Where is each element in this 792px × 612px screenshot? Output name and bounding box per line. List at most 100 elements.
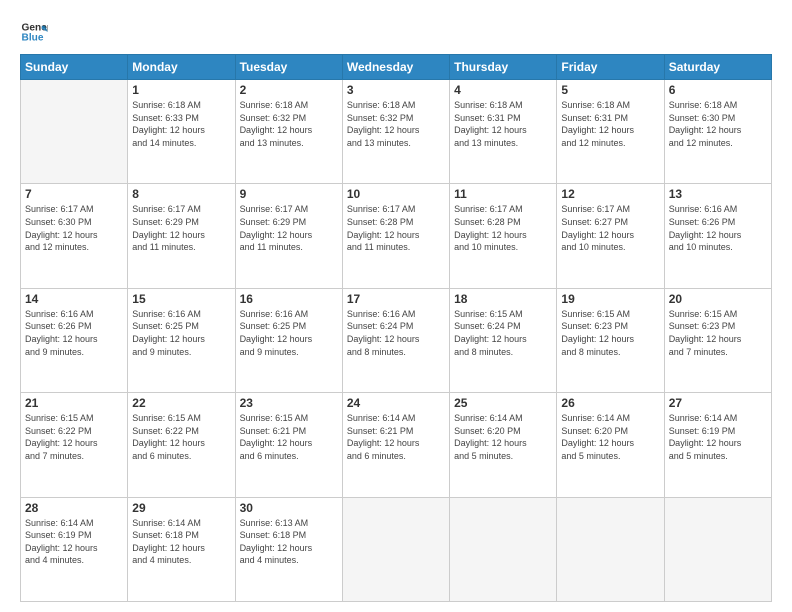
day-info: Sunrise: 6:14 AM Sunset: 6:18 PM Dayligh…	[132, 517, 230, 567]
logo-icon: General Blue	[20, 18, 48, 46]
day-info: Sunrise: 6:17 AM Sunset: 6:29 PM Dayligh…	[132, 203, 230, 253]
calendar-cell: 20 Sunrise: 6:15 AM Sunset: 6:23 PM Dayli…	[664, 288, 771, 392]
calendar-cell	[342, 497, 449, 601]
day-info: Sunrise: 6:14 AM Sunset: 6:20 PM Dayligh…	[561, 412, 659, 462]
day-info: Sunrise: 6:18 AM Sunset: 6:30 PM Dayligh…	[669, 99, 767, 149]
day-info: Sunrise: 6:14 AM Sunset: 6:20 PM Dayligh…	[454, 412, 552, 462]
weekday-saturday: Saturday	[664, 55, 771, 80]
day-info: Sunrise: 6:18 AM Sunset: 6:32 PM Dayligh…	[240, 99, 338, 149]
page: General Blue SundayMondayTuesdayWednesda…	[0, 0, 792, 612]
day-info: Sunrise: 6:15 AM Sunset: 6:21 PM Dayligh…	[240, 412, 338, 462]
calendar-cell: 8 Sunrise: 6:17 AM Sunset: 6:29 PM Daylig…	[128, 184, 235, 288]
day-number: 16	[240, 292, 338, 306]
calendar-cell: 12 Sunrise: 6:17 AM Sunset: 6:27 PM Dayli…	[557, 184, 664, 288]
day-info: Sunrise: 6:17 AM Sunset: 6:27 PM Dayligh…	[561, 203, 659, 253]
day-number: 11	[454, 187, 552, 201]
logo: General Blue	[20, 18, 48, 46]
day-info: Sunrise: 6:18 AM Sunset: 6:33 PM Dayligh…	[132, 99, 230, 149]
calendar-cell: 13 Sunrise: 6:16 AM Sunset: 6:26 PM Dayli…	[664, 184, 771, 288]
calendar-cell	[21, 80, 128, 184]
day-number: 14	[25, 292, 123, 306]
day-number: 22	[132, 396, 230, 410]
day-info: Sunrise: 6:14 AM Sunset: 6:21 PM Dayligh…	[347, 412, 445, 462]
day-number: 12	[561, 187, 659, 201]
weekday-friday: Friday	[557, 55, 664, 80]
weekday-sunday: Sunday	[21, 55, 128, 80]
calendar-cell: 18 Sunrise: 6:15 AM Sunset: 6:24 PM Dayli…	[450, 288, 557, 392]
calendar-cell: 11 Sunrise: 6:17 AM Sunset: 6:28 PM Dayli…	[450, 184, 557, 288]
day-number: 4	[454, 83, 552, 97]
day-number: 5	[561, 83, 659, 97]
day-number: 30	[240, 501, 338, 515]
weekday-wednesday: Wednesday	[342, 55, 449, 80]
weekday-tuesday: Tuesday	[235, 55, 342, 80]
day-number: 10	[347, 187, 445, 201]
day-number: 25	[454, 396, 552, 410]
day-info: Sunrise: 6:13 AM Sunset: 6:18 PM Dayligh…	[240, 517, 338, 567]
day-number: 6	[669, 83, 767, 97]
day-number: 28	[25, 501, 123, 515]
day-number: 19	[561, 292, 659, 306]
day-info: Sunrise: 6:16 AM Sunset: 6:25 PM Dayligh…	[240, 308, 338, 358]
day-number: 3	[347, 83, 445, 97]
day-info: Sunrise: 6:18 AM Sunset: 6:31 PM Dayligh…	[561, 99, 659, 149]
weekday-thursday: Thursday	[450, 55, 557, 80]
calendar-cell: 27Sunrise: 6:14 AM Sunset: 6:19 PM Dayli…	[664, 393, 771, 497]
calendar-table: SundayMondayTuesdayWednesdayThursdayFrid…	[20, 54, 772, 602]
day-info: Sunrise: 6:15 AM Sunset: 6:22 PM Dayligh…	[132, 412, 230, 462]
day-number: 21	[25, 396, 123, 410]
calendar-cell: 15Sunrise: 6:16 AM Sunset: 6:25 PM Dayli…	[128, 288, 235, 392]
calendar-cell	[557, 497, 664, 601]
day-info: Sunrise: 6:14 AM Sunset: 6:19 PM Dayligh…	[669, 412, 767, 462]
day-info: Sunrise: 6:14 AM Sunset: 6:19 PM Dayligh…	[25, 517, 123, 567]
weekday-header-row: SundayMondayTuesdayWednesdayThursdayFrid…	[21, 55, 772, 80]
calendar-cell: 24 Sunrise: 6:14 AM Sunset: 6:21 PM Dayli…	[342, 393, 449, 497]
calendar-cell: 14 Sunrise: 6:16 AM Sunset: 6:26 PM Dayli…	[21, 288, 128, 392]
calendar-cell: 5 Sunrise: 6:18 AM Sunset: 6:31 PM Daylig…	[557, 80, 664, 184]
day-number: 13	[669, 187, 767, 201]
day-info: Sunrise: 6:15 AM Sunset: 6:23 PM Dayligh…	[669, 308, 767, 358]
calendar-cell	[450, 497, 557, 601]
day-info: Sunrise: 6:16 AM Sunset: 6:26 PM Dayligh…	[669, 203, 767, 253]
day-info: Sunrise: 6:15 AM Sunset: 6:22 PM Dayligh…	[25, 412, 123, 462]
day-number: 2	[240, 83, 338, 97]
week-row-3: 21 Sunrise: 6:15 AM Sunset: 6:22 PM Dayli…	[21, 393, 772, 497]
day-info: Sunrise: 6:16 AM Sunset: 6:26 PM Dayligh…	[25, 308, 123, 358]
weekday-monday: Monday	[128, 55, 235, 80]
calendar-cell: 23 Sunrise: 6:15 AM Sunset: 6:21 PM Dayli…	[235, 393, 342, 497]
calendar-cell	[664, 497, 771, 601]
day-number: 26	[561, 396, 659, 410]
calendar-cell: 1 Sunrise: 6:18 AM Sunset: 6:33 PM Daylig…	[128, 80, 235, 184]
day-number: 23	[240, 396, 338, 410]
day-number: 29	[132, 501, 230, 515]
calendar-cell: 3 Sunrise: 6:18 AM Sunset: 6:32 PM Daylig…	[342, 80, 449, 184]
day-info: Sunrise: 6:15 AM Sunset: 6:24 PM Dayligh…	[454, 308, 552, 358]
week-row-2: 14 Sunrise: 6:16 AM Sunset: 6:26 PM Dayli…	[21, 288, 772, 392]
day-info: Sunrise: 6:17 AM Sunset: 6:28 PM Dayligh…	[454, 203, 552, 253]
calendar-cell: 21 Sunrise: 6:15 AM Sunset: 6:22 PM Dayli…	[21, 393, 128, 497]
day-number: 24	[347, 396, 445, 410]
day-info: Sunrise: 6:17 AM Sunset: 6:29 PM Dayligh…	[240, 203, 338, 253]
day-number: 18	[454, 292, 552, 306]
week-row-4: 28 Sunrise: 6:14 AM Sunset: 6:19 PM Dayli…	[21, 497, 772, 601]
svg-text:Blue: Blue	[22, 33, 44, 44]
day-number: 1	[132, 83, 230, 97]
calendar-cell: 10Sunrise: 6:17 AM Sunset: 6:28 PM Dayli…	[342, 184, 449, 288]
week-row-1: 7 Sunrise: 6:17 AM Sunset: 6:30 PM Daylig…	[21, 184, 772, 288]
day-number: 9	[240, 187, 338, 201]
day-number: 17	[347, 292, 445, 306]
day-info: Sunrise: 6:18 AM Sunset: 6:32 PM Dayligh…	[347, 99, 445, 149]
day-number: 8	[132, 187, 230, 201]
day-info: Sunrise: 6:15 AM Sunset: 6:23 PM Dayligh…	[561, 308, 659, 358]
calendar-cell: 2 Sunrise: 6:18 AM Sunset: 6:32 PM Daylig…	[235, 80, 342, 184]
day-info: Sunrise: 6:17 AM Sunset: 6:30 PM Dayligh…	[25, 203, 123, 253]
day-number: 7	[25, 187, 123, 201]
calendar-cell: 9 Sunrise: 6:17 AM Sunset: 6:29 PM Daylig…	[235, 184, 342, 288]
calendar-cell: 7 Sunrise: 6:17 AM Sunset: 6:30 PM Daylig…	[21, 184, 128, 288]
day-number: 20	[669, 292, 767, 306]
calendar-cell: 29 Sunrise: 6:14 AM Sunset: 6:18 PM Dayli…	[128, 497, 235, 601]
day-info: Sunrise: 6:18 AM Sunset: 6:31 PM Dayligh…	[454, 99, 552, 149]
calendar-cell: 16 Sunrise: 6:16 AM Sunset: 6:25 PM Dayli…	[235, 288, 342, 392]
day-info: Sunrise: 6:16 AM Sunset: 6:25 PM Dayligh…	[132, 308, 230, 358]
calendar-cell: 17Sunrise: 6:16 AM Sunset: 6:24 PM Dayli…	[342, 288, 449, 392]
